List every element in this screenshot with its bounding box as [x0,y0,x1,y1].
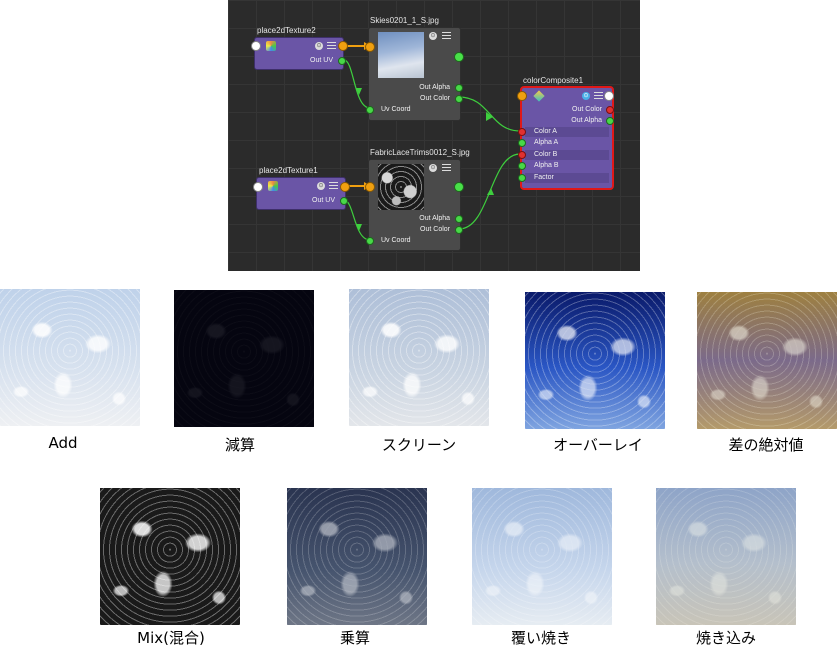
place2d2-title: place2dTexture2 [257,26,316,35]
result-label-add: Add [48,434,78,452]
composite-icon [533,90,545,102]
composite-out-alpha: Out Alpha [571,117,602,124]
fabric-title: FabricLaceTrims0012_S.jpg [370,148,470,157]
composite-factor-port[interactable] [518,174,526,182]
place2d2-node[interactable]: ⊙ Out UV [254,37,346,70]
info-icon[interactable]: ⊙ [429,164,437,172]
result-label-subtract: 減算 [224,436,255,454]
info-icon[interactable]: ⊙ [429,32,437,40]
menu-icon[interactable] [329,182,338,190]
skies-uv-coord-port[interactable] [366,106,374,114]
fabric-out-alpha-port[interactable] [455,215,463,223]
place2d1-title: place2dTexture1 [259,166,318,175]
composite-input-alpha-a: Alpha A [534,139,559,146]
result-label-color-burn: 焼き込み [695,629,756,647]
skies-output-port[interactable] [454,52,464,62]
wire-uvcoord-skies [343,59,371,109]
result-label-multiply: 乗算 [339,629,370,647]
result-label-difference: 差の絶対値 [728,436,804,454]
fabric-thumbnail [378,164,424,210]
result-image-difference [697,292,837,429]
wire-skies-to-color-a [458,96,521,132]
place2d2-input-port[interactable] [251,41,261,51]
fabric-uv-coord-port[interactable] [366,237,374,245]
result-image-color-dodge [472,488,612,625]
result-image-screen [349,289,489,426]
skies-out-alpha-port[interactable] [455,84,463,92]
skies-out-color-port[interactable] [455,95,463,103]
place2d1-out-uv-port[interactable] [340,197,348,205]
fabric-out-color-port[interactable] [455,226,463,234]
composite-node[interactable]: ⊙ Out Color Out Alpha Color A Alpha A Co… [520,86,614,190]
composite-input-alpha-b: Alpha B [534,162,559,169]
place2d-icon [268,181,278,191]
place2d-icon [266,41,276,51]
fabric-input-port[interactable] [365,182,375,192]
composite-out-color-port[interactable] [606,106,614,114]
menu-icon[interactable] [442,32,451,40]
result-image-multiply [287,488,427,625]
menu-icon[interactable] [327,42,336,50]
skies-title: Skies0201_1_S.jpg [370,16,439,25]
skies-uv-coord: Uv Coord [381,106,411,113]
result-image-mix [100,488,240,625]
skies-node[interactable]: ⊙ Out Alpha Out Color Uv Coord [368,27,461,121]
composite-out-alpha-port[interactable] [606,117,614,125]
skies-out-alpha: Out Alpha [419,84,450,91]
fabric-uv-coord: Uv Coord [381,237,411,244]
skies-input-port[interactable] [365,42,375,52]
composite-input-color-a: Color A [534,128,557,135]
menu-icon[interactable] [594,92,603,100]
composite-input-color-b: Color B [534,151,558,158]
wire-arrow [487,188,494,195]
composite-input-factor: Factor [534,174,554,181]
composite-alpha-b-port[interactable] [518,162,526,170]
place2d1-output-port[interactable] [340,182,350,192]
composite-output-port[interactable] [604,91,614,101]
result-image-color-burn [656,488,796,625]
result-label-overlay: オーバーレイ [553,436,643,454]
composite-alpha-a-port[interactable] [518,139,526,147]
info-icon[interactable]: ⊙ [317,182,325,190]
composite-out-color: Out Color [572,106,602,113]
fabric-node[interactable]: ⊙ Out Alpha Out Color Uv Coord [368,159,461,251]
composite-color-a-port[interactable] [518,128,526,136]
place2d1-node[interactable]: ⊙ Out UV [256,177,348,210]
result-label-color-dodge: 覆い焼き [510,629,571,647]
result-image-subtract [174,290,314,427]
fabric-output-port[interactable] [454,182,464,192]
result-image-overlay [525,292,665,429]
result-image-add [0,289,140,426]
info-icon[interactable]: ⊙ [582,92,590,100]
place2d1-out-uv: Out UV [312,197,335,204]
node-editor-graph[interactable]: place2dTexture2 ⊙ Out UV Skies0201_1_S.j… [228,0,640,271]
composite-title: colorComposite1 [523,76,584,85]
menu-icon[interactable] [442,164,451,172]
wire-uvcoord-fabric [343,199,371,241]
fabric-out-color: Out Color [420,226,450,233]
skies-thumbnail [378,32,424,78]
info-icon[interactable]: ⊙ [315,42,323,50]
place2d2-out-uv-port[interactable] [338,57,346,65]
result-label-mix: Mix(混合) [137,629,205,647]
place2d1-input-port[interactable] [253,182,263,192]
result-label-screen: スクリーン [381,436,457,454]
skies-out-color: Out Color [420,95,450,102]
place2d2-output-port[interactable] [338,41,348,51]
composite-color-b-port[interactable] [518,151,526,159]
place2d2-out-uv: Out UV [310,57,333,64]
composite-input-port[interactable] [517,91,527,101]
fabric-out-alpha: Out Alpha [419,215,450,222]
